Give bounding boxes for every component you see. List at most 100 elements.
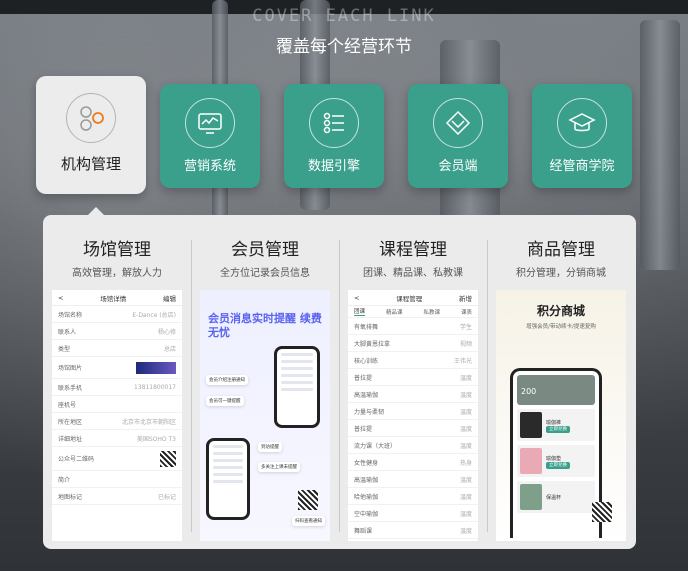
row-label: 简介 (58, 476, 71, 484)
venue-photo-thumbnail (136, 361, 176, 374)
row-label: 场馆图片 (58, 365, 83, 372)
course-row: 高温瑜伽 温度 (348, 386, 478, 403)
qr-code-icon (160, 450, 176, 467)
points-balance: 200 (517, 375, 595, 405)
screenshot-title: 课程管理 (396, 294, 423, 303)
tab-member-app[interactable]: 会员端 (408, 84, 508, 188)
row-value: 温度 (459, 493, 472, 501)
detail-row: 场馆图片 (52, 357, 182, 379)
course-row: 女性健身 热身 (348, 454, 478, 471)
product-name: 瑜伽垫 (546, 455, 562, 462)
mall-subline: 增强会员/带动续卡/提速复购 (526, 324, 596, 330)
add-link: 新增 (458, 294, 472, 303)
row-label: 哈他瑜伽 (354, 493, 379, 501)
points-mall-screenshot: 积分商城 增强会员/带动续卡/提速复购 200 瑜伽裤 立即兑换 瑜伽垫 立即兑换 … (496, 290, 626, 541)
tab-label: 机构管理 (60, 155, 121, 173)
course-row: 有氧排舞 学生 (348, 318, 478, 335)
row-label: 地图标记 (58, 493, 83, 501)
notification-bubble: 会员介绍注册通知 (206, 375, 248, 385)
tab-label: 营销系统 (183, 159, 236, 174)
course-row: 高温瑜伽 温度 (348, 471, 478, 488)
mall-headline: 积分商城 (536, 304, 585, 318)
course-row: 力量与柔韧 温度 (348, 403, 478, 420)
tab-marketing-system[interactable]: 营销系统 (160, 84, 260, 188)
row-value: 温度 (459, 527, 472, 535)
promo-headline: 会员消息实时提醒 续费无忧 (208, 312, 322, 339)
detail-row: 座机号 (52, 396, 182, 413)
course-row: 舞蹈课 温度 (348, 522, 478, 539)
graduation-cap-icon (557, 98, 607, 148)
detail-row: 场馆名称 E-Dance (总店) (52, 306, 182, 323)
row-label: 类型 (58, 345, 71, 353)
phone-mockup: 200 瑜伽裤 立即兑换 瑜伽垫 立即兑换 保温杯 (510, 368, 602, 538)
row-value: 13811800017 (134, 383, 176, 391)
detail-row: 联系手机 13811800017 (52, 379, 182, 396)
course-row: 大脚黄恩拉拿 视频 (348, 335, 478, 352)
detail-row: 简介 (52, 471, 182, 488)
row-value: 已标记 (157, 493, 176, 501)
column-subtitle: 团课、精品课、私教课 (363, 268, 463, 279)
list-icon (309, 98, 359, 148)
venue-management-column: 场馆管理 高效管理，解放人力 < 场馆详情 编辑 场馆名称 E-Dance (总店… (43, 215, 191, 549)
course-list-screenshot: < 课程管理 新增 团课 精品课 私教课 课表 有氧排舞 学生 大脚黄恩拉拿 视频 … (348, 290, 478, 541)
column-title: 课程管理 (379, 240, 447, 260)
row-label: 所在地区 (58, 418, 83, 426)
detail-row: 公众号二维码 (52, 447, 182, 471)
row-value: 温度 (459, 476, 472, 484)
row-label: 有氧排舞 (354, 323, 379, 331)
screenshot-title: 场馆详情 (100, 294, 127, 303)
notification-bubble: 扫码查看通知 (292, 516, 325, 526)
tab-label: 数据引擎 (307, 159, 360, 174)
row-label: 公众号二维码 (58, 456, 95, 463)
row-label: 高温瑜伽 (354, 391, 379, 399)
screenshot-header: < 课程管理 新增 (348, 290, 478, 306)
tab-business-academy[interactable]: 经管商学院 (532, 84, 632, 188)
course-tab: 私教课 (423, 309, 440, 316)
row-value: 温度 (459, 374, 472, 382)
row-value: 杨心修 (157, 328, 176, 336)
tab-institution-management[interactable]: 机构管理 (36, 76, 146, 194)
tab-data-engine[interactable]: 数据引擎 (284, 84, 384, 188)
course-row: 普拉提 温度 (348, 420, 478, 437)
row-value: 视频 (459, 340, 472, 348)
monitor-chart-icon (185, 98, 235, 148)
row-label: 联系人 (58, 328, 77, 336)
course-row: 普拉提 温度 (348, 369, 478, 386)
product-card: 瑜伽垫 立即兑换 (517, 445, 595, 477)
product-image (520, 412, 542, 438)
row-value: 总店 (163, 345, 176, 353)
product-name: 保温杯 (546, 494, 562, 501)
phone-mockup (274, 346, 320, 428)
row-value: 美国SOHO T3 (136, 435, 176, 443)
course-tabs: 团课 精品课 私教课 课表 (348, 306, 478, 318)
course-tab: 课表 (460, 309, 472, 316)
row-value: 学生 (459, 323, 472, 331)
column-title: 商品管理 (527, 240, 595, 260)
row-label: 普拉提 (354, 425, 373, 433)
qr-code-icon (592, 502, 612, 522)
detail-row: 地图标记 已标记 (52, 488, 182, 505)
row-value: E-Dance (总店) (132, 311, 176, 319)
course-row: 核心训练 王伟光 (348, 352, 478, 369)
row-value: 王伟光 (453, 357, 472, 365)
row-value: 温度 (459, 408, 472, 416)
course-tab: 团课 (354, 309, 366, 316)
detail-row: 详细地址 美国SOHO T3 (52, 430, 182, 447)
row-value: 北京市北京市朝阳区 (121, 418, 176, 426)
back-icon: < (354, 293, 360, 302)
product-image (520, 484, 542, 510)
notification-bubble: 多关注上课未提醒 (258, 462, 300, 472)
row-label: 场馆名称 (58, 311, 83, 319)
row-label: 力量与柔韧 (354, 408, 385, 416)
row-label: 舞蹈课 (354, 527, 373, 535)
row-label: 高温瑜伽 (354, 476, 379, 484)
venue-detail-screenshot: < 场馆详情 编辑 场馆名称 E-Dance (总店) 联系人 杨心修 类型 总店 场… (52, 290, 182, 541)
column-subtitle: 高效管理，解放人力 (72, 268, 162, 279)
column-title: 场馆管理 (83, 240, 151, 260)
course-row: 流力课（大班） 温度 (348, 437, 478, 454)
detail-row: 联系人 杨心修 (52, 323, 182, 340)
redeem-button: 立即兑换 (546, 461, 570, 469)
section-title: 覆盖每个经营环节 (276, 37, 412, 57)
course-management-column: 课程管理 团课、精品课、私教课 < 课程管理 新增 团课 精品课 私教课 课表 … (339, 215, 487, 549)
column-subtitle: 积分管理，分销商城 (516, 268, 606, 279)
